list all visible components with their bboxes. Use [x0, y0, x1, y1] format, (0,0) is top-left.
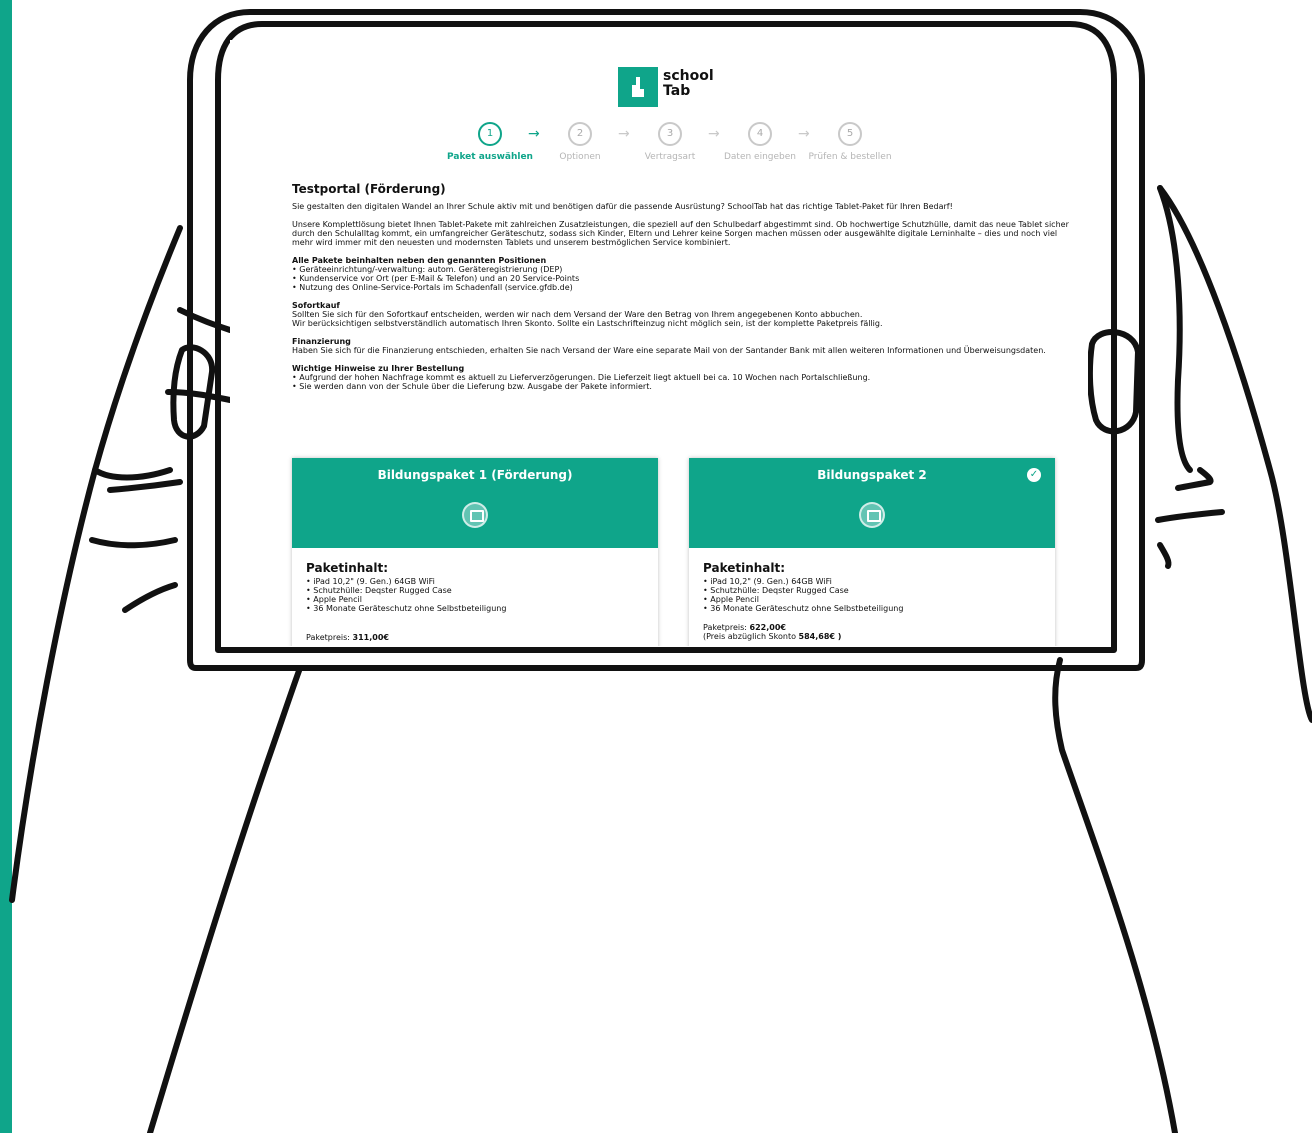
package-item: • iPad 10,2" (9. Gen.) 64GB WiFi	[703, 577, 832, 586]
step-number: 4	[748, 122, 772, 146]
tablet-screen: school Tab 1 Paket auswählen → 2 Optione…	[230, 40, 1088, 646]
package-content-heading: Paketinhalt:	[703, 561, 786, 575]
package-item: • Apple Pencil	[306, 595, 362, 604]
package-item: • iPad 10,2" (9. Gen.) 64GB WiFi	[306, 577, 435, 586]
package-item: • 36 Monate Geräteschutz ohne Selbstbete…	[703, 604, 904, 613]
description-text: Unsere Komplettlösung bietet Ihnen Table…	[292, 220, 1069, 247]
section-line: • Kundenservice vor Ort (per E-Mail & Te…	[292, 274, 580, 283]
section-line: Haben Sie sich für die Finanzierung ents…	[292, 346, 1046, 355]
package-title: Bildungspaket 1 (Förderung)	[377, 468, 573, 482]
section-hinweise: Wichtige Hinweise zu Ihrer Bestellung • …	[292, 364, 1072, 391]
page-content: Testportal (Förderung) Sie gestalten den…	[292, 182, 1072, 400]
checkout-stepper: 1 Paket auswählen → 2 Optionen → 3 Vertr…	[430, 122, 930, 172]
price-label: Paketpreis:	[703, 623, 747, 632]
step-number: 2	[568, 122, 592, 146]
package-item: • Apple Pencil	[703, 595, 759, 604]
section-included: Alle Pakete beinhalten neben den genannt…	[292, 256, 1072, 292]
section-line: • Geräteeinrichtung/-verwaltung: autom. …	[292, 265, 563, 274]
section-line: Sollten Sie sich für den Sofortkauf ents…	[292, 310, 863, 319]
section-heading: Alle Pakete beinhalten neben den genannt…	[292, 256, 547, 265]
skonto-value: 584,68€ )	[798, 632, 842, 641]
price-value: 311,00€	[352, 633, 389, 642]
package-card-body: Paketinhalt: • iPad 10,2" (9. Gen.) 64GB…	[689, 548, 1055, 646]
step-label: Prüfen & bestellen	[808, 152, 892, 162]
step-number: 5	[838, 122, 862, 146]
step-number: 3	[658, 122, 682, 146]
section-sofortkauf: Sofortkauf Sollten Sie sich für den Sofo…	[292, 301, 1072, 328]
hand-pointer-icon	[618, 67, 658, 107]
package-content-heading: Paketinhalt:	[306, 561, 389, 575]
step-pruefen-bestellen[interactable]: 5 Prüfen & bestellen	[790, 122, 910, 162]
skonto-price: (Preis abzüglich Skonto 584,68€ )	[703, 632, 1041, 641]
skonto-label: (Preis abzüglich Skonto	[703, 632, 796, 641]
package-item: • 36 Monate Geräteschutz ohne Selbstbete…	[306, 604, 507, 613]
tablet-icon	[462, 502, 488, 528]
selected-check-icon: ✓	[1027, 468, 1041, 482]
package-item: • Schutzhülle: Deqster Rugged Case	[306, 586, 452, 595]
package-price: Paketpreis: 311,00€	[306, 633, 644, 642]
package-card-header: Bildungspaket 1 (Förderung)	[292, 458, 658, 548]
package-item: • Schutzhülle: Deqster Rugged Case	[703, 586, 849, 595]
section-line: • Nutzung des Online-Service-Portals im …	[292, 283, 573, 292]
package-card-header: Bildungspaket 2 ✓	[689, 458, 1055, 548]
package-card-2[interactable]: Bildungspaket 2 ✓ Paketinhalt: • iPad 10…	[689, 458, 1055, 646]
price-label: Paketpreis:	[306, 633, 350, 642]
section-heading: Sofortkauf	[292, 301, 340, 310]
price-value: 622,00€	[749, 623, 786, 632]
package-price: Paketpreis: 622,00€	[703, 623, 1041, 632]
tablet-icon	[859, 502, 885, 528]
package-card-1[interactable]: Bildungspaket 1 (Förderung) Paketinhalt:…	[292, 458, 658, 646]
package-card-body: Paketinhalt: • iPad 10,2" (9. Gen.) 64GB…	[292, 548, 658, 646]
package-title: Bildungspaket 2	[817, 468, 927, 482]
logo-word-school: school	[663, 68, 714, 84]
step-number: 1	[478, 122, 502, 146]
logo-word-tab: Tab	[663, 83, 691, 99]
page-title: Testportal (Förderung)	[292, 182, 446, 196]
section-line: • Sie werden dann von der Schule über di…	[292, 382, 652, 391]
section-heading: Wichtige Hinweise zu Ihrer Bestellung	[292, 364, 465, 373]
section-heading: Finanzierung	[292, 337, 351, 346]
intro-text: Sie gestalten den digitalen Wandel an Ih…	[292, 202, 953, 211]
section-line: • Aufgrund der hohen Nachfrage kommt es …	[292, 373, 871, 382]
section-line: Wir berücksichtigen selbstverständlich a…	[292, 319, 883, 328]
section-finanzierung: Finanzierung Haben Sie sich für die Fina…	[292, 337, 1072, 355]
